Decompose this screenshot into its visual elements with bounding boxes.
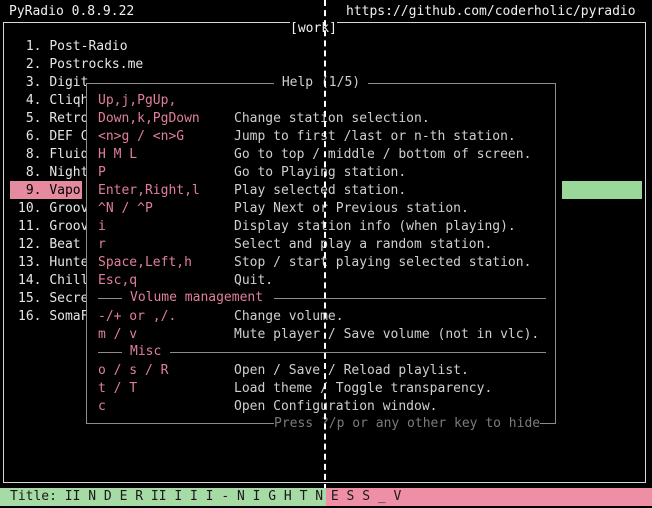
station-row[interactable]: 13. Hunte (18, 254, 88, 272)
station-name: Retro (49, 111, 89, 126)
station-number: 6. (18, 129, 50, 144)
help-key: Down,k,PgDown (98, 111, 200, 126)
station-name: Cliqh (49, 93, 89, 108)
station-name: Digit (49, 75, 89, 90)
help-key: m / v (98, 327, 138, 342)
help-description: Play Next or Previous station. (234, 201, 469, 216)
help-key: c (98, 399, 106, 414)
now-playing-title: Title: II N D E R II I I I - N I G H T N… (10, 489, 402, 504)
help-key: t / T (98, 381, 138, 396)
help-key: -/+ or ,/. (98, 309, 177, 324)
station-row[interactable]: 8. Fluid (18, 146, 89, 164)
help-description: Go to top / middle / bottom of screen. (234, 147, 532, 162)
help-description: Mute player / Save volume (not in vlc). (234, 327, 540, 342)
station-name: Beat (49, 237, 81, 252)
misc-separator-right (170, 352, 546, 353)
station-number: 10. (18, 201, 50, 216)
station-name: SomaF (49, 309, 89, 324)
help-description: Display station info (when playing). (234, 219, 516, 234)
help-key: P (98, 165, 106, 180)
station-name: Hunte (49, 255, 89, 270)
help-key: r (98, 237, 106, 252)
station-row[interactable]: 8. Night (18, 164, 89, 182)
help-description: Quit. (234, 273, 274, 288)
misc-separator-left (98, 352, 122, 353)
station-name: Secre (49, 291, 89, 306)
help-description: Play selected station. (234, 183, 407, 198)
help-key: o / s / R (98, 363, 169, 378)
help-description: Open Configuration window. (234, 399, 438, 414)
station-name: DEF C (49, 129, 89, 144)
station-row[interactable]: 1. Post-Radio (18, 38, 128, 56)
playing-indicator-block (562, 181, 642, 199)
help-key: Space,Left,h (98, 255, 192, 270)
playlist-name: [work] (290, 20, 337, 38)
station-name: Post-Radio (49, 39, 128, 54)
volume-separator-right (274, 298, 546, 299)
help-footer: Press ?/p or any other key to hide (274, 415, 541, 433)
app-title: PyRadio 0.8.9.22 (9, 4, 135, 19)
station-name: Groov (49, 219, 89, 234)
help-description: Change station selection. (234, 111, 430, 126)
station-number: 12. (18, 237, 50, 252)
help-description: Open / Save / Reload playlist. (234, 363, 469, 378)
station-name: Postrocks.me (49, 57, 144, 72)
help-description: Select and play a random station. (234, 237, 493, 252)
station-number: 13. (18, 255, 50, 270)
station-number: 3. (18, 75, 50, 90)
station-number: 14. (18, 273, 50, 288)
volume-separator-left (98, 298, 122, 299)
station-number: 8. (18, 165, 50, 180)
station-number: 11. (18, 219, 50, 234)
project-url[interactable]: https://github.com/coderholic/pyradio (346, 3, 636, 21)
help-key: H M L (98, 147, 138, 162)
help-key: ^N / ^P (98, 201, 153, 216)
help-title: Help (1/5) (274, 74, 368, 92)
station-row[interactable]: 3. Digit (18, 74, 89, 92)
help-key: <n>g / <n>G (98, 129, 185, 144)
help-description: Go to Playing station. (234, 165, 407, 180)
station-name: Groov (49, 201, 89, 216)
station-row[interactable]: 10. Groov (18, 200, 88, 218)
help-key: Up,j,PgUp, (98, 93, 177, 108)
station-number: 16. (18, 309, 50, 324)
station-row[interactable]: 4. Cliqh (18, 92, 89, 110)
help-key: Enter,Right,l (98, 183, 200, 198)
help-description: Change volume. (234, 309, 344, 324)
volume-section-header: Volume management (130, 289, 264, 307)
station-number: 1. (18, 39, 50, 54)
station-name: Chill (49, 273, 89, 288)
misc-section-header: Misc (130, 343, 162, 361)
station-name: Vapor (49, 183, 89, 198)
station-row[interactable]: 9. Vapor (18, 182, 89, 200)
station-name: Fluid (49, 147, 89, 162)
station-row[interactable]: 5. Retro (18, 110, 89, 128)
help-key: i (98, 219, 106, 234)
station-row[interactable]: 12. Beat (18, 236, 81, 254)
station-row[interactable]: 16. SomaF (18, 308, 88, 326)
station-row[interactable]: 11. Groov (18, 218, 88, 236)
station-name: Night (49, 165, 89, 180)
station-number: 9. (18, 183, 50, 198)
station-row[interactable]: 2. Postrocks.me (18, 56, 143, 74)
station-number: 15. (18, 291, 50, 306)
help-description: Jump to first /last or n-th station. (234, 129, 516, 144)
station-row[interactable]: 6. DEF C (18, 128, 89, 146)
station-number: 4. (18, 93, 50, 108)
help-key: Esc,q (98, 273, 138, 288)
station-number: 2. (18, 57, 50, 72)
station-number: 8. (18, 147, 50, 162)
help-description: Load theme / Toggle transparency. (234, 381, 493, 396)
station-row[interactable]: 14. Chill (18, 272, 88, 290)
help-description: Stop / start playing selected station. (234, 255, 532, 270)
station-row[interactable]: 15. Secre (18, 290, 88, 308)
dashed-divider-line (324, 0, 326, 490)
station-number: 5. (18, 111, 50, 126)
